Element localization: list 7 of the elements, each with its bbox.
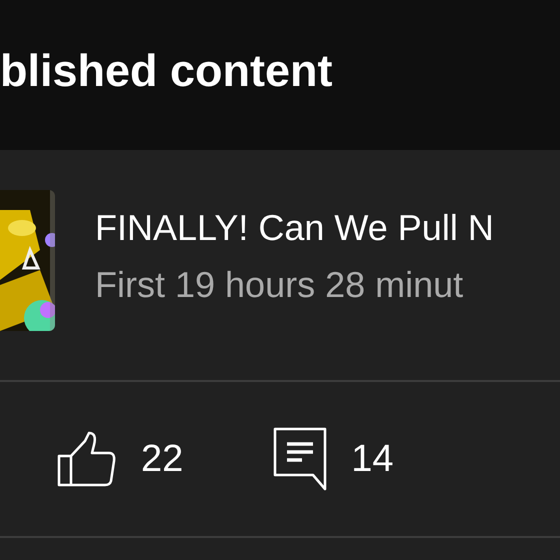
video-title[interactable]: FINALLY! Can We Pull N (95, 205, 494, 250)
comment-count: 14 (351, 440, 394, 478)
section-title: blished content (0, 48, 333, 98)
like-count: 22 (141, 440, 184, 478)
video-stats-text: First 19 hours 28 minut (95, 263, 464, 307)
comment-icon (273, 427, 328, 491)
thumbs-up-icon (57, 431, 117, 487)
